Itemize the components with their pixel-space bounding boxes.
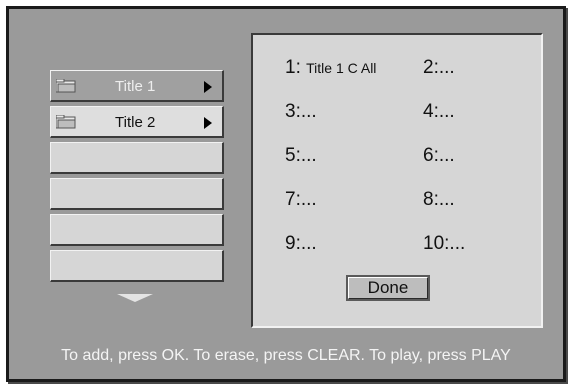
slot-number: 6: [423,145,439,166]
slot-value: ... [300,145,317,166]
title-label: Title 2 [115,114,156,131]
chevron-right-icon[interactable] [204,117,212,129]
title-list-item[interactable]: Title 2 [50,106,224,138]
empty-list-item[interactable] [50,214,224,246]
program-slot[interactable]: 1: Title 1 C All [285,57,376,79]
empty-list-item[interactable] [50,142,224,174]
folder-icon [56,79,76,93]
program-playback-screen: Title 1 Title 2 1: Title 1 C All 2:... 3… [6,6,566,382]
slot-number: 2: [423,57,439,78]
title-list-item[interactable]: Title 1 [50,70,224,102]
title-label: Title 1 [115,78,156,95]
help-text: To add, press OK. To erase, press CLEAR.… [61,347,511,364]
scroll-down-arrow-icon[interactable] [117,294,153,302]
empty-list-item[interactable] [50,250,224,282]
slot-value: ... [438,145,455,166]
chevron-right-icon[interactable] [204,81,212,93]
slot-value: ... [300,101,317,122]
slot-number: 7: [285,189,301,210]
folder-icon [56,115,76,129]
program-slot[interactable]: 6:... [423,145,455,167]
slot-number: 10: [423,233,450,254]
done-button[interactable]: Done [346,275,430,301]
slot-value: ... [449,233,466,254]
slot-number: 1: [285,57,301,78]
slot-number: 9: [285,233,301,254]
program-slot[interactable]: 4:... [423,101,455,123]
empty-list-item[interactable] [50,178,224,210]
title-list: Title 1 Title 2 [50,70,224,286]
program-slot[interactable]: 7:... [285,189,317,211]
program-slot[interactable]: 8:... [423,189,455,211]
program-slot[interactable]: 5:... [285,145,317,167]
slot-number: 5: [285,145,301,166]
slot-number: 3: [285,101,301,122]
slot-value: Title 1 C All [306,60,377,76]
slot-number: 4: [423,101,439,122]
program-slot[interactable]: 10:... [423,233,465,255]
slot-value: ... [300,233,317,254]
done-button-label: Done [348,277,428,299]
slot-value: ... [438,57,455,78]
program-panel: 1: Title 1 C All 2:... 3:... 4:... 5:...… [251,33,543,328]
slot-value: ... [300,189,317,210]
slot-number: 8: [423,189,439,210]
program-slot[interactable]: 9:... [285,233,317,255]
slot-value: ... [438,189,455,210]
slot-value: ... [438,101,455,122]
program-slot[interactable]: 2:... [423,57,455,79]
program-slot[interactable]: 3:... [285,101,317,123]
